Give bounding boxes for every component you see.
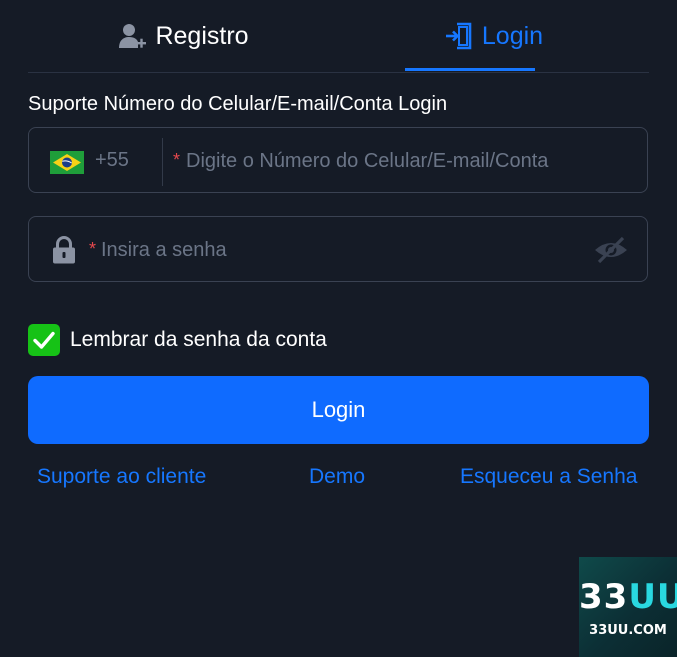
brand-logo: 33UU 33UU.COM — [579, 557, 677, 657]
logo-wordmark: 33UU — [579, 577, 677, 617]
logo-domain: 33UU.COM — [589, 623, 667, 638]
tab-login-label: Login — [481, 21, 544, 50]
active-tab-indicator — [405, 68, 535, 71]
password-input[interactable] — [101, 235, 571, 265]
checkmark-icon — [33, 331, 55, 349]
remember-label: Lembrar da senha da conta — [70, 328, 327, 351]
brazil-flag-icon[interactable] — [50, 151, 84, 174]
country-code[interactable]: +55 — [95, 149, 129, 172]
logo-prefix: 33 — [579, 577, 629, 617]
user-plus-icon — [117, 21, 147, 51]
login-door-icon — [444, 21, 474, 51]
login-support-label: Suporte Número do Celular/E-mail/Conta L… — [28, 93, 448, 115]
logo-accent: UU — [628, 577, 677, 617]
account-input[interactable] — [186, 146, 626, 176]
tab-register[interactable]: Registro — [28, 0, 338, 72]
eye-off-icon[interactable] — [592, 235, 630, 265]
login-panel: Registro Login Suporte Número do Celular… — [0, 0, 677, 657]
lock-icon — [51, 235, 77, 265]
password-field: * — [28, 216, 648, 282]
account-field: +55 * — [28, 127, 648, 193]
required-mark: * — [89, 239, 97, 259]
customer-support-link[interactable]: Suporte ao cliente — [37, 465, 206, 489]
demo-link[interactable]: Demo — [309, 465, 365, 489]
remember-password[interactable]: Lembrar da senha da conta — [28, 324, 327, 356]
auth-tabs: Registro Login — [28, 0, 649, 73]
required-mark: * — [173, 150, 181, 170]
remember-checkbox[interactable] — [28, 324, 60, 356]
tab-login[interactable]: Login — [338, 0, 649, 72]
forgot-password-link[interactable]: Esqueceu a Senha — [460, 465, 637, 489]
login-button[interactable]: Login — [28, 376, 649, 444]
field-divider — [162, 138, 163, 186]
tab-register-label: Registro — [155, 21, 249, 50]
